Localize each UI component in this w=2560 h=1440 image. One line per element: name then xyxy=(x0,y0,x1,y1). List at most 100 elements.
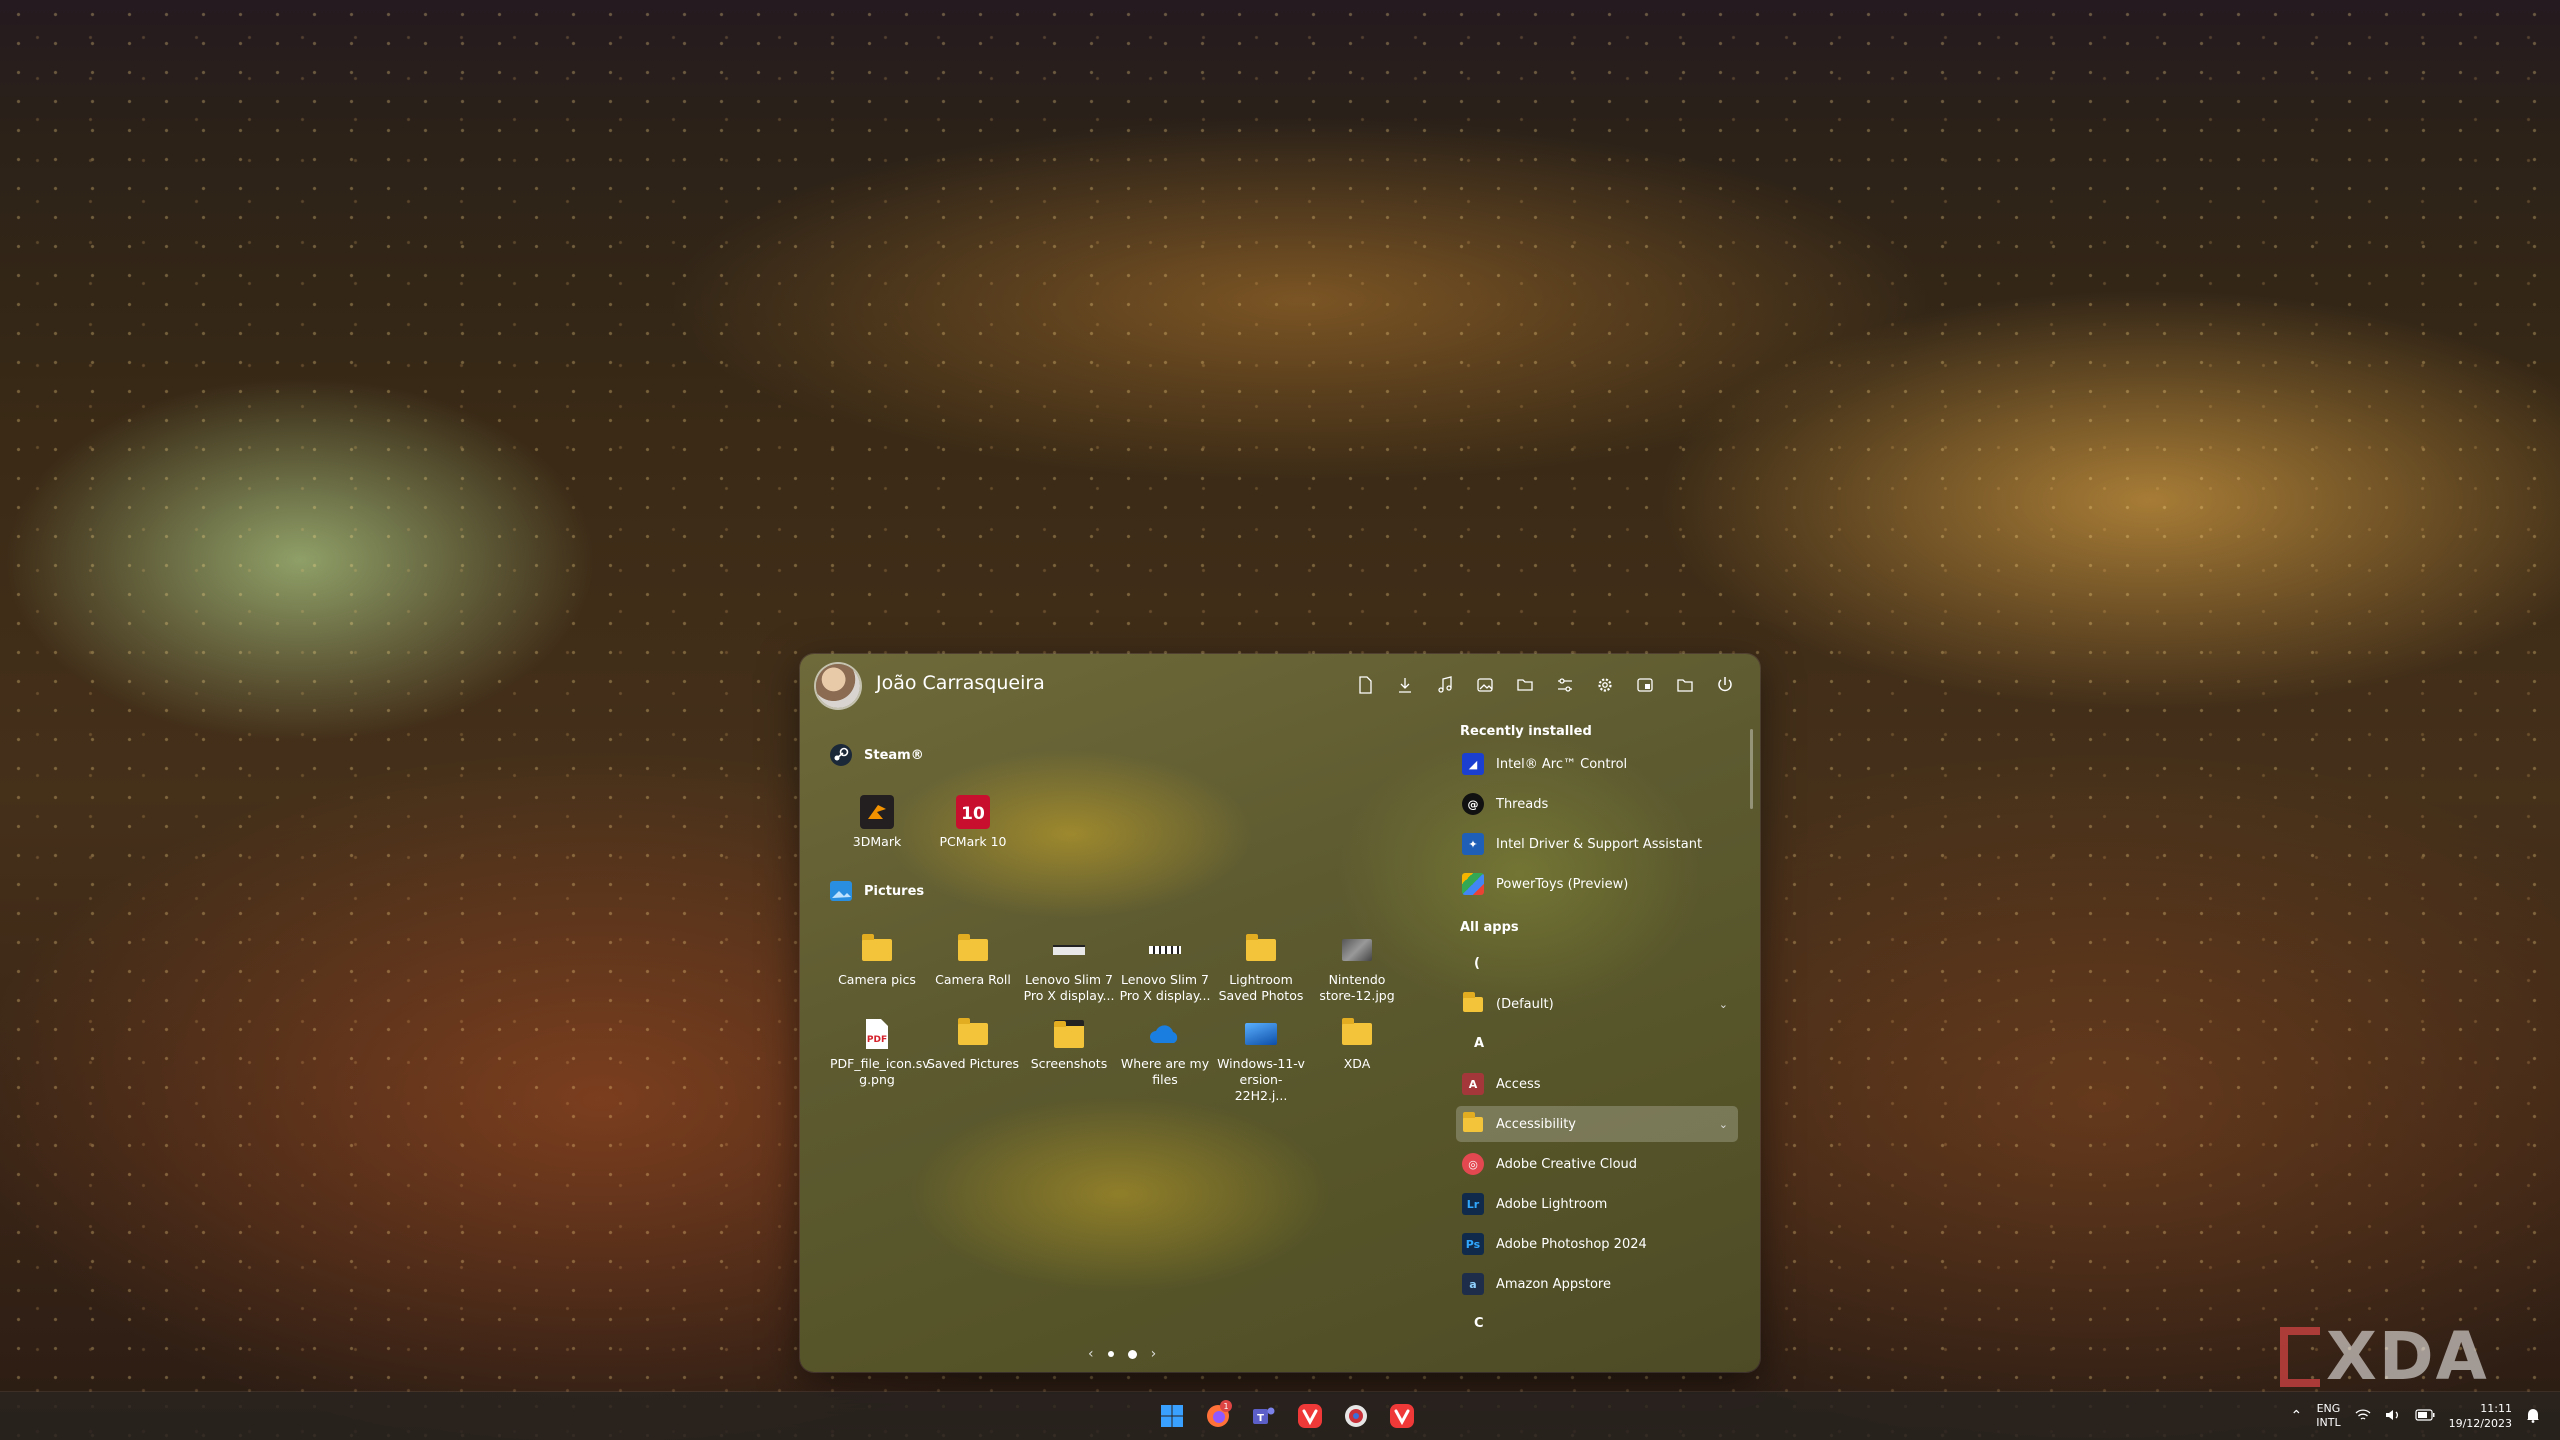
recently-installed-title: Recently installed xyxy=(1460,724,1592,739)
image-thumbnail-icon xyxy=(1147,932,1183,968)
app-powertoys[interactable]: PowerToys (Preview) xyxy=(1456,866,1738,902)
chevron-right-icon[interactable]: › xyxy=(1151,1346,1157,1362)
intel-arc-icon: ◢ xyxy=(1462,753,1484,775)
app-amazon-appstore[interactable]: a Amazon Appstore xyxy=(1456,1266,1738,1302)
threads-icon: @ xyxy=(1462,793,1484,815)
system-tray: ⌃ ENG INTL 11:11 19/12/2023 xyxy=(2291,1392,2540,1440)
tile-label: 3DMark xyxy=(852,834,902,849)
tile-camera-roll[interactable]: Camera Roll xyxy=(926,932,1020,988)
group-steam[interactable]: Steam® xyxy=(828,742,924,768)
group-title-text: Steam® xyxy=(864,747,924,763)
access-icon: A xyxy=(1462,1073,1484,1095)
group-pictures[interactable]: Pictures xyxy=(828,878,924,904)
start-menu-header: João Carrasqueira xyxy=(800,654,1760,714)
tile-label: Pro X display... xyxy=(1119,988,1211,1003)
folder-icon xyxy=(955,1016,991,1052)
tile-lenovo-2[interactable]: Lenovo Slim 7 Pro X display... xyxy=(1118,932,1212,1004)
tile-label: Camera pics xyxy=(838,972,916,987)
app-button[interactable] xyxy=(1338,1398,1374,1434)
app-intel-dsa[interactable]: ✦ Intel Driver & Support Assistant xyxy=(1456,826,1738,862)
notification-bell-icon[interactable] xyxy=(2526,1407,2540,1426)
gear-icon[interactable] xyxy=(1590,670,1620,700)
letter-header-paren[interactable]: ( xyxy=(1474,956,1480,971)
tile-xda[interactable]: XDA xyxy=(1310,1016,1404,1072)
teams-button[interactable]: T xyxy=(1246,1398,1282,1434)
app-label: Threads xyxy=(1496,796,1549,812)
app-intel-arc-control[interactable]: ◢ Intel® Arc™ Control xyxy=(1456,746,1738,782)
svg-text:PDF: PDF xyxy=(867,1035,887,1045)
pictures-icon[interactable] xyxy=(1470,670,1500,700)
app-adobe-lightroom[interactable]: Lr Adobe Lightroom xyxy=(1456,1186,1738,1222)
header-quick-links xyxy=(1350,670,1740,700)
firefox-button[interactable]: 1 xyxy=(1200,1398,1236,1434)
tile-pcmark[interactable]: 10 PCMark 10 xyxy=(926,794,1020,850)
app-label: Intel Driver & Support Assistant xyxy=(1496,836,1703,852)
clock-time: 11:11 xyxy=(2480,1402,2512,1415)
folder-default[interactable]: (Default) ⌄ xyxy=(1456,986,1738,1022)
user-name[interactable]: João Carrasqueira xyxy=(876,672,1045,694)
app-list-panel: Recently installed ◢ Intel® Arc™ Control… xyxy=(1456,724,1760,1364)
chevron-down-icon[interactable]: ⌄ xyxy=(1719,998,1728,1011)
app-adobe-photoshop[interactable]: Ps Adobe Photoshop 2024 xyxy=(1456,1226,1738,1262)
documents-icon[interactable] xyxy=(1350,670,1380,700)
folder-icon xyxy=(1462,1111,1484,1135)
start-button[interactable] xyxy=(1154,1398,1190,1434)
tile-nintendo[interactable]: Nintendo store-12.jpg xyxy=(1310,932,1404,1004)
onedrive-icon xyxy=(1147,1016,1183,1052)
vivaldi-icon xyxy=(1390,1404,1414,1428)
folder-icon xyxy=(1243,932,1279,968)
language-indicator[interactable]: ENG INTL xyxy=(2316,1402,2340,1430)
power-icon[interactable] xyxy=(1710,670,1740,700)
music-icon[interactable] xyxy=(1430,670,1460,700)
all-apps-title: All apps xyxy=(1460,920,1519,935)
file-explorer-icon[interactable] xyxy=(1630,670,1660,700)
watermark-text: XDA xyxy=(2326,1318,2489,1395)
tile-saved-pictures[interactable]: Saved Pictures xyxy=(926,1016,1020,1072)
letter-header-c[interactable]: C xyxy=(1474,1316,1484,1331)
tile-screenshots[interactable]: Screenshots xyxy=(1022,1016,1116,1072)
page-dot[interactable] xyxy=(1107,1351,1114,1357)
clock[interactable]: 11:11 19/12/2023 xyxy=(2449,1401,2512,1431)
tile-pdf-file[interactable]: PDF PDF_file_icon.sv g.png xyxy=(830,1016,930,1088)
vivaldi-button[interactable] xyxy=(1292,1398,1328,1434)
tile-label: Where are my xyxy=(1120,1056,1210,1071)
page-dot-active[interactable] xyxy=(1127,1349,1137,1359)
downloads-icon[interactable] xyxy=(1390,670,1420,700)
tile-where-are-my-files[interactable]: Where are my files xyxy=(1118,1016,1212,1088)
svg-text:10: 10 xyxy=(961,804,985,824)
tile-lightroom-saved[interactable]: Lightroom Saved Photos xyxy=(1214,932,1308,1004)
creative-cloud-icon: ◎ xyxy=(1462,1153,1484,1175)
folder-icon[interactable] xyxy=(1670,670,1700,700)
vivaldi-button-2[interactable] xyxy=(1384,1398,1420,1434)
pcmark-icon: 10 xyxy=(955,794,991,830)
tile-label: Lenovo Slim 7 xyxy=(1024,972,1113,987)
settings-sliders-icon[interactable] xyxy=(1550,670,1580,700)
network-folder-icon[interactable] xyxy=(1510,670,1540,700)
wifi-icon[interactable] xyxy=(2355,1408,2371,1425)
battery-icon[interactable] xyxy=(2414,1408,2435,1424)
volume-icon[interactable] xyxy=(2385,1408,2401,1425)
folder-accessibility[interactable]: Accessibility ⌄ xyxy=(1456,1106,1738,1142)
app-threads[interactable]: @ Threads xyxy=(1456,786,1738,822)
avatar[interactable] xyxy=(816,664,860,708)
tile-label: files xyxy=(1152,1072,1178,1087)
windows-logo-icon xyxy=(1161,1405,1183,1427)
chevron-up-icon[interactable]: ⌃ xyxy=(2291,1408,2303,1424)
round-app-icon xyxy=(1345,1405,1367,1427)
app-list-scrollbar[interactable] xyxy=(1750,729,1753,809)
start-menu: João Carrasqueira Steam® 3DMark 10 PCMar… xyxy=(800,654,1760,1372)
intel-dsa-icon: ✦ xyxy=(1462,833,1484,855)
app-label: Adobe Photoshop 2024 xyxy=(1496,1236,1647,1252)
tile-lenovo-1[interactable]: Lenovo Slim 7 Pro X display... xyxy=(1022,932,1116,1004)
app-adobe-creative-cloud[interactable]: ◎ Adobe Creative Cloud xyxy=(1456,1146,1738,1182)
app-access[interactable]: A Access xyxy=(1456,1066,1738,1102)
taskbar: 1 T ⌃ ENG INTL 11:11 19/12/2023 xyxy=(0,1392,2560,1440)
app-label: Adobe Lightroom xyxy=(1496,1196,1608,1212)
image-thumbnail-icon xyxy=(1339,932,1375,968)
tile-3dmark[interactable]: 3DMark xyxy=(830,794,924,850)
chevron-down-icon[interactable]: ⌄ xyxy=(1719,1118,1728,1131)
tile-windows-11-version[interactable]: Windows-11-v ersion-22H2.j... xyxy=(1214,1016,1308,1104)
chevron-left-icon[interactable]: ‹ xyxy=(1088,1346,1094,1362)
letter-header-a[interactable]: A xyxy=(1474,1036,1484,1051)
tile-camera-pics[interactable]: Camera pics xyxy=(830,932,924,988)
